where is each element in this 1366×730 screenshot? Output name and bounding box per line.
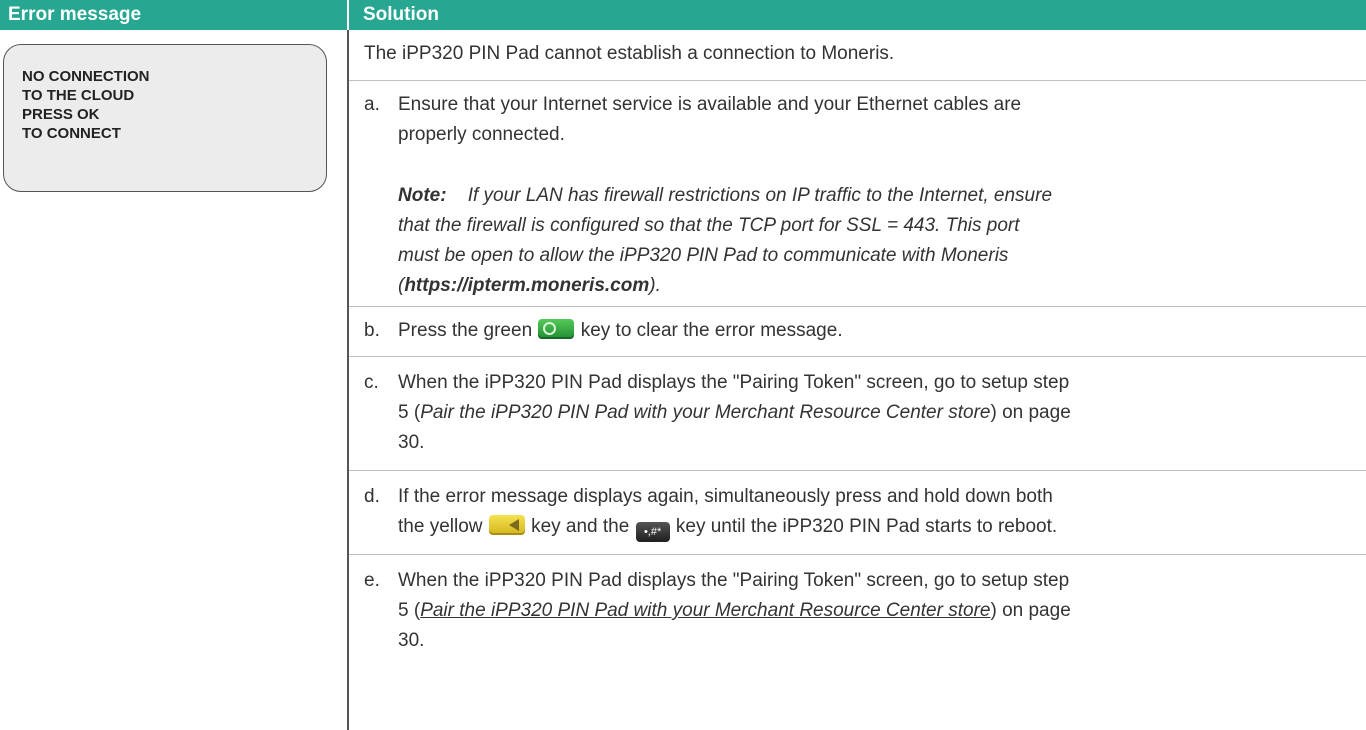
step-c-text: 5 ( xyxy=(398,402,421,423)
step-e-text: ) on page xyxy=(990,600,1071,621)
screen-line: TO CONNECT xyxy=(22,125,121,142)
step-c-label: c. xyxy=(364,372,379,393)
step-e-line: When the iPP320 PIN Pad displays the "Pa… xyxy=(398,570,1070,591)
note-line-4: (https://ipterm.moneris.com). xyxy=(398,272,661,299)
note-line-1: Note: If your LAN has firewall restricti… xyxy=(398,182,1052,209)
note-text: If your LAN has firewall restrictions on… xyxy=(467,185,1053,206)
column-header-solution: Solution xyxy=(363,4,439,25)
step-e-text: 5 ( xyxy=(398,600,421,621)
step-a-line: properly connected. xyxy=(398,124,565,145)
step-a-label: a. xyxy=(364,94,380,115)
step-c-line: 30. xyxy=(398,432,425,453)
step-d-text: key and the xyxy=(531,516,630,537)
screen-line: NO CONNECTION xyxy=(22,68,150,85)
function-key-icon: •,#* xyxy=(635,522,670,542)
note-paren: ). xyxy=(649,275,661,296)
step-e-line: 5 (Pair the iPP320 PIN Pad with your Mer… xyxy=(398,598,1071,624)
column-header-error-message: Error message xyxy=(8,4,142,25)
row-separator xyxy=(349,470,1366,471)
note-line-3: must be open to allow the iPP320 PIN Pad… xyxy=(398,245,1009,266)
step-c-line: 5 (Pair the iPP320 PIN Pad with your Mer… xyxy=(398,400,1071,426)
row-separator xyxy=(349,80,1366,81)
header-divider xyxy=(347,0,349,30)
step-d-text: key until the iPP320 PIN Pad starts to r… xyxy=(675,516,1058,537)
step-d-text: the yellow xyxy=(398,516,483,537)
solution-intro: The iPP320 PIN Pad cannot establish a co… xyxy=(364,43,895,64)
step-d-line: the yellow key and the •,#* key until th… xyxy=(398,514,1057,542)
step-c-text: ) on page xyxy=(990,402,1071,423)
step-d-label: d. xyxy=(364,486,380,507)
step-a-line: Ensure that your Internet service is ava… xyxy=(398,94,1022,115)
table-header: Error message Solution xyxy=(0,0,1366,30)
step-b-text: key to clear the error message. xyxy=(580,320,843,341)
green-ok-key-icon xyxy=(538,319,575,339)
row-separator xyxy=(349,356,1366,357)
step-c-line: When the iPP320 PIN Pad displays the "Pa… xyxy=(398,372,1070,393)
note-line-2: that the firewall is configured so that … xyxy=(398,215,1020,236)
column-divider xyxy=(347,30,349,730)
step-c-reference: Pair the iPP320 PIN Pad with your Mercha… xyxy=(420,402,991,423)
note-label: Note: xyxy=(398,185,447,206)
step-d-line: If the error message displays again, sim… xyxy=(398,486,1053,507)
step-b-label: b. xyxy=(364,320,380,341)
screen-line: PRESS OK xyxy=(22,106,100,123)
row-separator xyxy=(349,554,1366,555)
row-separator xyxy=(349,306,1366,307)
moneris-url-link[interactable]: https://ipterm.moneris.com xyxy=(404,275,649,296)
step-b-line: Press the green key to clear the error m… xyxy=(398,318,843,344)
pair-pin-pad-link[interactable]: Pair the iPP320 PIN Pad with your Mercha… xyxy=(420,600,990,621)
step-e-line: 30. xyxy=(398,630,425,651)
yellow-backspace-key-icon xyxy=(488,515,525,535)
step-e-label: e. xyxy=(364,570,380,591)
screen-line: TO THE CLOUD xyxy=(22,87,135,104)
step-b-text: Press the green xyxy=(398,320,533,341)
pin-pad-screen: NO CONNECTION TO THE CLOUD PRESS OK TO C… xyxy=(3,44,327,192)
